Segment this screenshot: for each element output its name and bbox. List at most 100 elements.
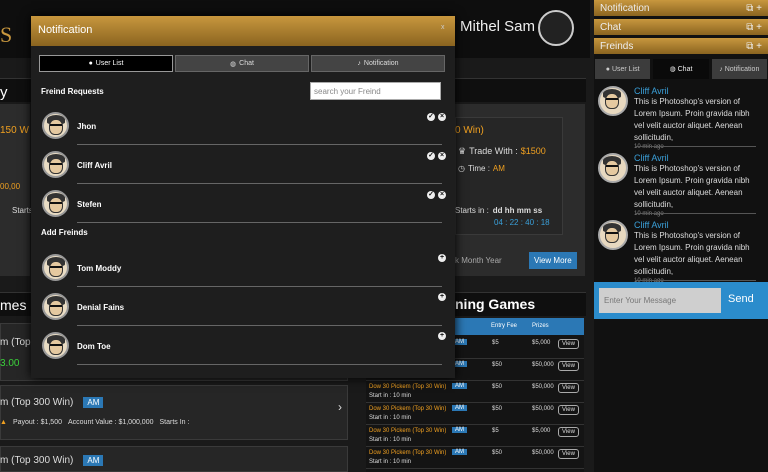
entry-fee: $50 <box>492 406 503 412</box>
time-tag: AM <box>452 427 467 433</box>
chat-text: This is Photoshop's version of Lorem Ips… <box>634 97 750 142</box>
table-row[interactable]: Dow 30 Pickem (Top 30 Win) AM Start in :… <box>366 448 584 469</box>
game-name: Dow 30 Pickem (Top 30 Win) <box>369 406 447 412</box>
trade-value: $1500 <box>520 146 546 156</box>
friend-search-input[interactable]: search your Freind <box>310 82 441 100</box>
tab-user-list[interactable]: ● User List <box>595 59 651 79</box>
modal-tab-user-list[interactable]: ● User List <box>39 55 173 72</box>
chat-text: This is Photoshop's version of Lorem Ips… <box>634 231 750 276</box>
avatar[interactable] <box>598 153 628 183</box>
avatar-face <box>605 227 619 243</box>
avatar-face <box>49 339 63 355</box>
game-row-1-value: 3.00 <box>0 358 20 369</box>
divider <box>77 222 442 223</box>
expand-plus-icon[interactable]: ⧉ + <box>746 22 762 33</box>
avatar[interactable] <box>42 112 69 139</box>
tab-chat[interactable]: ◍ Chat <box>653 59 709 79</box>
chevron-right-icon[interactable]: › <box>338 400 342 414</box>
avatar[interactable] <box>42 151 69 178</box>
avatar[interactable] <box>598 220 628 250</box>
modal-tab-notification[interactable]: ♪ Notification <box>311 55 445 72</box>
view-button[interactable]: View <box>558 383 579 393</box>
message-input[interactable]: Enter Your Message <box>599 288 721 313</box>
view-button[interactable]: View <box>558 339 579 349</box>
avatar[interactable] <box>598 86 628 116</box>
decline-x-icon[interactable]: × <box>438 152 446 160</box>
accept-check-icon[interactable]: ✓ <box>427 113 435 121</box>
friend-name[interactable]: Stefen <box>77 200 101 209</box>
user-avatar[interactable] <box>538 10 574 46</box>
friend-request-row: Jhon ✓ × <box>39 112 446 148</box>
expand-plus-icon[interactable]: ⧉ + <box>746 41 762 52</box>
start-time: Start in : 10 min <box>369 459 412 465</box>
view-button[interactable]: View <box>558 405 579 415</box>
game-row-2[interactable] <box>0 385 348 440</box>
friend-name[interactable]: Dom Toe <box>77 342 111 351</box>
send-button[interactable]: Send <box>728 293 754 305</box>
avatar[interactable] <box>42 190 69 217</box>
chat-sender[interactable]: Cliff Avril <box>634 153 756 163</box>
modal-tabs: ● User List ◍ Chat ♪ Notification <box>39 55 445 72</box>
chat-bar[interactable]: Chat ⧉ + <box>594 19 768 35</box>
right-panel-tabs: ● User List ◍ Chat ♪ Notification <box>594 59 768 79</box>
view-button[interactable]: View <box>558 361 579 371</box>
friends-bar-label: Freinds <box>600 40 634 52</box>
accept-check-icon[interactable]: ✓ <box>427 191 435 199</box>
countdown-values: 04 : 22 : 40 : 18 <box>494 218 550 227</box>
divider <box>77 144 442 145</box>
countdown-labels: dd hh mm ss <box>492 206 543 215</box>
game-row-2-title: m (Top 300 Win) AM <box>0 397 104 408</box>
view-more-button[interactable]: View More <box>529 252 577 269</box>
notification-bar[interactable]: Notification ⧉ + <box>594 0 768 16</box>
divider <box>77 183 442 184</box>
time-tag: AM <box>452 405 467 411</box>
table-row[interactable]: Dow 30 Pickem (Top 30 Win) AM Start in :… <box>366 426 584 447</box>
friend-name[interactable]: Denial Fains <box>77 303 124 312</box>
avatar-face <box>49 300 63 316</box>
clock-icon: ◷ <box>458 164 465 173</box>
avatar-face <box>49 158 63 174</box>
accept-check-icon[interactable]: ✓ <box>427 152 435 160</box>
view-button[interactable]: View <box>558 449 579 459</box>
username[interactable]: Mithel Sam <box>460 18 535 35</box>
table-row[interactable]: Dow 30 Pickem (Top 30 Win) AM Start in :… <box>366 404 584 425</box>
site-logo[interactable]: S <box>0 22 14 62</box>
table-row[interactable]: Dow 30 Pickem (Top 30 Win) AM Start in :… <box>366 382 584 403</box>
user-icon: ● <box>88 60 93 67</box>
start-time: Start in : 10 min <box>369 437 412 443</box>
add-friend-plus-icon[interactable]: + <box>438 332 446 340</box>
add-friend-plus-icon[interactable]: + <box>438 293 446 301</box>
close-icon[interactable]: x <box>441 24 445 31</box>
view-button[interactable]: View <box>558 427 579 437</box>
chat-sender[interactable]: Cliff Avril <box>634 86 756 96</box>
left-value: 00,00 <box>0 182 21 191</box>
avatar[interactable] <box>42 293 69 320</box>
period-filter[interactable]: k Month Year <box>455 256 502 265</box>
prize: $50,000 <box>532 362 554 368</box>
entry-fee: $50 <box>492 450 503 456</box>
chat-sender[interactable]: Cliff Avril <box>634 220 756 230</box>
expand-plus-icon[interactable]: ⧉ + <box>746 3 762 14</box>
chat-icon: ◍ <box>230 60 237 68</box>
tab-notification[interactable]: ♪ Notification <box>711 59 767 79</box>
trade-row: ♛ Trade With : $1500 <box>458 146 546 157</box>
modal-tab-chat[interactable]: ◍ Chat <box>175 55 309 72</box>
decline-x-icon[interactable]: × <box>438 191 446 199</box>
game-row-3-tag: AM <box>83 455 104 466</box>
prize: $50,000 <box>532 406 554 412</box>
friend-name[interactable]: Cliff Avril <box>77 161 112 170</box>
avatar[interactable] <box>42 332 69 359</box>
avatar[interactable] <box>42 254 69 281</box>
win-text: 150 W <box>0 125 29 136</box>
friend-name[interactable]: Tom Moddy <box>77 264 121 273</box>
friends-bar[interactable]: Freinds ⧉ + <box>594 38 768 54</box>
start-time: Start in : 10 min <box>369 415 412 421</box>
friend-name[interactable]: Jhon <box>77 122 96 131</box>
avatar-glasses <box>606 165 618 168</box>
divider <box>77 286 442 287</box>
add-friend-row: Tom Moddy + <box>39 254 446 290</box>
decline-x-icon[interactable]: × <box>438 113 446 121</box>
divider <box>636 213 756 214</box>
prize: $5,000 <box>532 340 551 346</box>
add-friend-plus-icon[interactable]: + <box>438 254 446 262</box>
